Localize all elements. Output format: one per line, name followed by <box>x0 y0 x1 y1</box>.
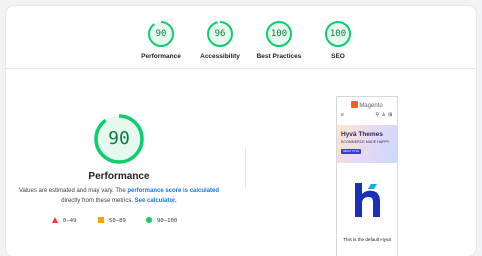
magento-icon <box>351 101 359 108</box>
screenshot-hero: Hyvä Themes ECOMMERCE MADE HAPPY ABOUT H… <box>337 125 397 163</box>
hero-button: ABOUT HYVÄ <box>341 149 361 154</box>
main-performance-score: 90 <box>108 128 130 149</box>
report-card: 90 Performance 96 Accessibility 100 Best… <box>6 6 476 256</box>
menu-icon: ≡ <box>341 112 344 118</box>
seo-label: SEO <box>331 53 345 60</box>
category-seo[interactable]: 100 SEO <box>298 20 378 60</box>
legend-fail-range: 0–49 <box>63 218 77 224</box>
performance-description: Values are estimated and may vary. The p… <box>6 186 238 206</box>
header-icons: ⚲ ♙ ⊞ <box>375 112 393 118</box>
hero-subtitle: ECOMMERCE MADE HAPPY <box>341 140 390 144</box>
best-practices-score: 100 <box>270 29 288 39</box>
description-text: Values are estimated and may vary. The <box>18 188 128 194</box>
brand-text: Magento <box>359 103 383 109</box>
circle-icon <box>146 217 152 223</box>
legend-pass-range: 90–100 <box>157 218 178 224</box>
legend-average: 50–89 <box>98 216 126 226</box>
hero-title: Hyvä Themes <box>341 131 383 138</box>
description-text-2: directly from these metrics. <box>61 198 135 204</box>
triangle-icon <box>52 217 58 223</box>
legend-average-range: 50–89 <box>109 218 126 224</box>
score-calculated-link[interactable]: performance score is calculated <box>127 188 219 194</box>
legend-pass: 90–100 <box>146 216 177 226</box>
accessibility-gauge: 96 <box>206 20 234 48</box>
score-summary-bar: 90 Performance 96 Accessibility 100 Best… <box>6 6 476 69</box>
seo-gauge: 100 <box>324 20 352 48</box>
square-icon <box>98 217 104 223</box>
magento-logo: Magento <box>337 101 397 109</box>
vertical-divider <box>245 148 246 188</box>
best-practices-gauge: 100 <box>265 20 293 48</box>
legend-fail: 0–49 <box>52 216 76 226</box>
seo-score: 100 <box>329 29 347 39</box>
final-screenshot[interactable]: Magento ≡ ⚲ ♙ ⊞ Hyvä Themes ECOMMERCE MA… <box>336 96 398 256</box>
performance-title: Performance <box>88 171 150 182</box>
performance-score: 90 <box>155 29 167 39</box>
hyva-logo-icon <box>355 183 380 217</box>
see-calculator-link[interactable]: See calculator. <box>135 198 177 204</box>
screenshot-nav: ≡ ⚲ ♙ ⊞ <box>337 112 397 120</box>
performance-gauge: 90 <box>147 20 175 48</box>
main-performance-gauge: 90 <box>93 113 145 165</box>
accessibility-score: 96 <box>214 29 226 39</box>
score-legend: 0–49 50–89 90–100 <box>52 216 202 226</box>
screenshot-caption: This is the default Hyvä <box>343 237 391 242</box>
